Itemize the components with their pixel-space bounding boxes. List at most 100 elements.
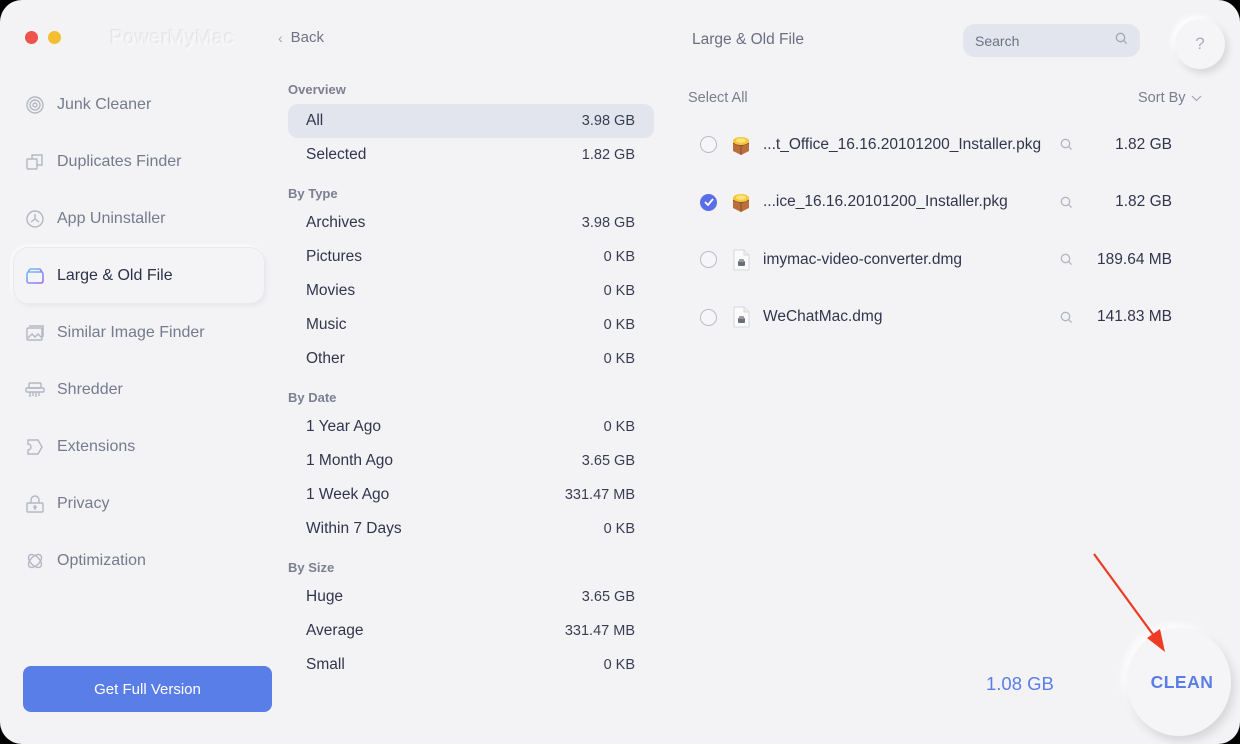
file-row[interactable]: imymac-video-converter.dmg 189.64 MB bbox=[700, 231, 1180, 289]
category-label: Selected bbox=[306, 146, 367, 163]
category-label: Pictures bbox=[306, 248, 362, 265]
sidebar-item-similar-image-finder[interactable]: Similar Image Finder bbox=[14, 305, 264, 360]
app-uninstaller-icon bbox=[24, 208, 46, 230]
chevron-left-icon: ‹ bbox=[278, 29, 283, 46]
privacy-lock-icon bbox=[24, 493, 46, 515]
sidebar-item-extensions[interactable]: Extensions bbox=[14, 419, 264, 474]
package-icon bbox=[730, 191, 752, 213]
category-row-within-7-days[interactable]: Within 7 Days 0 KB bbox=[288, 512, 654, 546]
sidebar-item-junk-cleaner[interactable]: Junk Cleaner bbox=[14, 77, 264, 132]
back-button[interactable]: ‹ Back bbox=[278, 29, 324, 46]
file-checkbox[interactable] bbox=[700, 251, 717, 269]
category-row-huge[interactable]: Huge 3.65 GB bbox=[288, 580, 654, 614]
category-label: Other bbox=[306, 350, 345, 367]
file-row[interactable]: WeChatMac.dmg 141.83 MB bbox=[700, 289, 1180, 347]
app-window: PowerMyMac ‹ Back Junk Cleaner Duplicate… bbox=[0, 0, 1240, 744]
file-checkbox[interactable] bbox=[700, 193, 717, 211]
optimization-icon bbox=[24, 550, 46, 572]
category-row-1-week-ago[interactable]: 1 Week Ago 331.47 MB bbox=[288, 478, 654, 512]
category-value: 1.82 GB bbox=[581, 147, 635, 163]
file-row[interactable]: ...t_Office_16.16.20101200_Installer.pkg… bbox=[700, 116, 1180, 174]
extensions-icon bbox=[24, 436, 46, 458]
disk-image-icon bbox=[730, 249, 752, 271]
search-input[interactable] bbox=[975, 32, 1095, 49]
sidebar-item-app-uninstaller[interactable]: App Uninstaller bbox=[14, 191, 264, 246]
reveal-in-finder-icon[interactable] bbox=[1060, 311, 1074, 325]
category-row-1-month-ago[interactable]: 1 Month Ago 3.65 GB bbox=[288, 444, 654, 478]
category-row-1-year-ago[interactable]: 1 Year Ago 0 KB bbox=[288, 410, 654, 444]
category-label: Music bbox=[306, 316, 347, 333]
disk-image-icon bbox=[730, 306, 752, 328]
search-field[interactable] bbox=[963, 24, 1140, 57]
file-size: 1.82 GB bbox=[1115, 135, 1172, 153]
sidebar-item-optimization[interactable]: Optimization bbox=[14, 533, 264, 588]
sidebar-item-label: Large & Old File bbox=[57, 266, 173, 284]
file-row[interactable]: ...ice_16.16.20101200_Installer.pkg 1.82… bbox=[700, 174, 1180, 232]
file-size: 1.82 GB bbox=[1115, 193, 1172, 211]
sidebar-item-label: Duplicates Finder bbox=[57, 152, 182, 170]
file-name: ...t_Office_16.16.20101200_Installer.pkg bbox=[763, 135, 1042, 153]
category-label: Movies bbox=[306, 282, 356, 299]
file-name: imymac-video-converter.dmg bbox=[763, 250, 962, 268]
category-value: 0 KB bbox=[603, 249, 635, 265]
category-value: 0 KB bbox=[603, 521, 635, 537]
duplicates-icon bbox=[24, 151, 46, 173]
category-row-music[interactable]: Music 0 KB bbox=[288, 308, 654, 342]
category-label: All bbox=[306, 112, 324, 129]
category-value: 3.65 GB bbox=[581, 589, 635, 605]
category-value: 3.98 GB bbox=[581, 215, 635, 231]
category-label: Within 7 Days bbox=[306, 520, 402, 537]
sidebar-item-large-old-file[interactable]: Large & Old File bbox=[14, 248, 264, 303]
sidebar-item-label: App Uninstaller bbox=[57, 209, 166, 227]
help-button[interactable]: ? bbox=[1175, 19, 1225, 69]
category-value: 0 KB bbox=[603, 419, 635, 435]
category-label: Huge bbox=[306, 588, 344, 605]
reveal-in-finder-icon[interactable] bbox=[1060, 253, 1074, 267]
category-value: 0 KB bbox=[603, 657, 635, 673]
sidebar-item-duplicates-finder[interactable]: Duplicates Finder bbox=[14, 134, 264, 189]
reveal-in-finder-icon[interactable] bbox=[1060, 138, 1074, 152]
section-heading-by-date: By Date bbox=[288, 390, 337, 405]
sort-by-dropdown[interactable]: Sort By bbox=[1138, 90, 1202, 106]
chevron-down-icon bbox=[1191, 90, 1202, 106]
section-heading-by-size: By Size bbox=[288, 560, 335, 575]
category-row-selected[interactable]: Selected 1.82 GB bbox=[288, 138, 654, 172]
category-label: Small bbox=[306, 656, 345, 673]
file-size: 141.83 MB bbox=[1097, 308, 1172, 326]
sidebar-item-label: Extensions bbox=[57, 437, 136, 455]
shredder-icon bbox=[24, 379, 46, 401]
selected-total-size: 1.08 GB bbox=[986, 673, 1054, 694]
category-row-average[interactable]: Average 331.47 MB bbox=[288, 614, 654, 648]
category-row-pictures[interactable]: Pictures 0 KB bbox=[288, 240, 654, 274]
file-checkbox[interactable] bbox=[700, 136, 717, 154]
back-label: Back bbox=[290, 29, 325, 46]
category-label: 1 Year Ago bbox=[306, 418, 381, 435]
panel-title: Large & Old File bbox=[692, 31, 804, 48]
sidebar-item-label: Optimization bbox=[57, 551, 146, 569]
category-value: 0 KB bbox=[603, 283, 635, 299]
category-panel: Overview All 3.98 GB Selected 1.82 GB By… bbox=[288, 80, 654, 682]
sidebar-item-privacy[interactable]: Privacy bbox=[14, 476, 264, 531]
category-value: 0 KB bbox=[603, 351, 635, 367]
minimize-window-button[interactable] bbox=[48, 31, 61, 44]
category-row-other[interactable]: Other 0 KB bbox=[288, 342, 654, 376]
get-full-version-button[interactable]: Get Full Version bbox=[23, 666, 272, 712]
category-row-small[interactable]: Small 0 KB bbox=[288, 648, 654, 682]
file-checkbox[interactable] bbox=[700, 308, 717, 326]
sidebar-item-shredder[interactable]: Shredder bbox=[14, 362, 264, 417]
similar-image-icon bbox=[24, 322, 46, 344]
file-size: 189.64 MB bbox=[1097, 250, 1172, 268]
category-value: 0 KB bbox=[603, 317, 635, 333]
select-all-button[interactable]: Select All bbox=[688, 90, 748, 106]
category-label: Archives bbox=[306, 214, 366, 231]
category-row-all[interactable]: All 3.98 GB bbox=[288, 104, 654, 138]
close-window-button[interactable] bbox=[25, 31, 38, 44]
package-icon bbox=[730, 134, 752, 156]
category-row-movies[interactable]: Movies 0 KB bbox=[288, 274, 654, 308]
category-value: 3.65 GB bbox=[581, 453, 635, 469]
sidebar-item-label: Privacy bbox=[57, 494, 110, 512]
file-name: WeChatMac.dmg bbox=[763, 308, 883, 326]
clean-button[interactable]: CLEAN bbox=[1127, 628, 1231, 736]
category-row-archives[interactable]: Archives 3.98 GB bbox=[288, 206, 654, 240]
reveal-in-finder-icon[interactable] bbox=[1060, 196, 1074, 210]
